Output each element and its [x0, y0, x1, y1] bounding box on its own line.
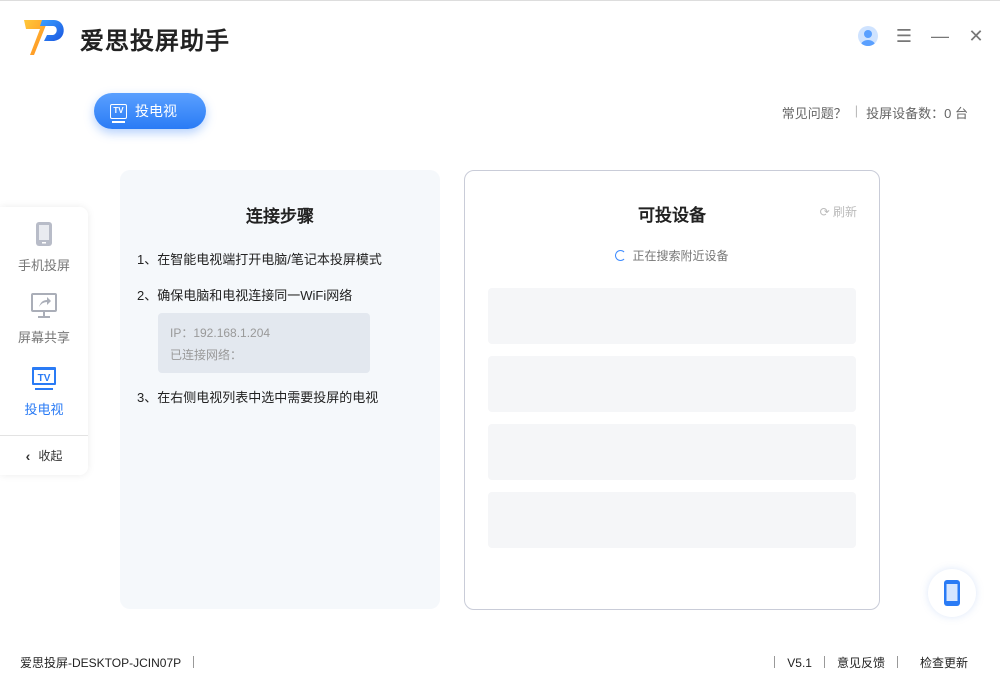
screen-share-icon — [0, 293, 88, 319]
step-3: 3、在右侧电视列表中选中需要投屏的电视 — [137, 390, 379, 405]
device-placeholder — [488, 356, 856, 412]
device-count-unit: 台 — [954, 106, 968, 121]
device-placeholder — [488, 288, 856, 344]
sidebar-item-label: 投电视 — [24, 402, 64, 417]
minimize-icon[interactable]: — — [929, 25, 951, 47]
sidebar-item-label: 手机投屏 — [17, 258, 70, 273]
sidebar-item-screen-share[interactable]: 屏幕共享 — [0, 293, 88, 346]
phone-floating-button[interactable] — [928, 569, 976, 617]
collapse-sidebar-button[interactable]: ‹ 收起 — [0, 435, 88, 475]
connected-network: 已连接网络： — [170, 348, 243, 362]
sidebar-item-phone-cast[interactable]: 手机投屏 — [0, 221, 88, 274]
device-count-value: 0 — [944, 106, 952, 121]
menu-icon[interactable]: ☰ — [893, 25, 915, 47]
sidebar: 手机投屏 屏幕共享 TV 投电视 ‹ 收起 — [0, 207, 88, 475]
divider — [774, 656, 776, 668]
divider — [823, 656, 825, 668]
refresh-button[interactable]: ⟳ 刷新 — [820, 203, 857, 220]
cast-tv-mode-button[interactable]: TV 投电视 — [94, 93, 206, 129]
chevron-left-icon: ‹ — [25, 447, 31, 464]
device-name: 爱思投屏-DESKTOP-JCIN07P — [20, 656, 182, 670]
devices-title: 可投设备 — [638, 206, 706, 225]
steps-title: 连接步骤 — [246, 207, 314, 226]
close-icon[interactable]: ✕ — [965, 25, 987, 47]
cast-tv-label: 投电视 — [135, 103, 177, 119]
sidebar-item-label: 屏幕共享 — [17, 330, 70, 345]
network-info-box: IP：192.168.1.204 已连接网络： — [158, 313, 370, 373]
app-title: 爱思投屏助手 — [80, 28, 230, 55]
tv-icon: TV — [110, 103, 127, 123]
app-logo — [24, 20, 64, 55]
collapse-label: 收起 — [38, 449, 63, 463]
available-devices-panel: 可投设备 ⟳ 刷新 正在搜索附近设备 — [464, 170, 880, 610]
device-placeholder — [488, 424, 856, 480]
divider — [193, 656, 195, 668]
footer-right: V5.1 意见反馈 检查更新 — [762, 654, 968, 671]
ip-address: IP：192.168.1.204 — [170, 326, 271, 340]
device-count: 投屏设备数：0 台 — [866, 103, 968, 122]
tv-icon: TV — [0, 365, 88, 391]
search-status: 正在搜索附近设备 — [465, 247, 879, 264]
step-2: 2、确保电脑和电视连接同一WiFi网络 — [137, 288, 353, 303]
connection-steps-panel: 连接步骤 1、在智能电视端打开电脑/笔记本投屏模式 2、确保电脑和电视连接同一W… — [120, 170, 440, 609]
phone-icon — [944, 580, 960, 606]
phone-icon — [0, 221, 88, 247]
faq-link[interactable]: 常见问题？ — [782, 103, 847, 122]
step-1: 1、在智能电视端打开电脑/笔记本投屏模式 — [137, 252, 382, 267]
feedback-link[interactable]: 意见反馈 — [837, 656, 885, 670]
refresh-icon: ⟳ — [819, 205, 830, 219]
divider: | — [854, 103, 859, 118]
device-placeholder — [488, 492, 856, 548]
divider — [896, 656, 898, 668]
device-count-label: 投屏设备数： — [866, 106, 945, 121]
loading-spinner-icon — [615, 250, 627, 261]
user-avatar-icon[interactable] — [858, 26, 878, 46]
version: V5.1 — [787, 656, 812, 670]
sidebar-item-cast-tv[interactable]: TV 投电视 — [0, 365, 88, 418]
footer-device-name: 爱思投屏-DESKTOP-JCIN07P — [20, 654, 206, 671]
check-update-link[interactable]: 检查更新 — [920, 656, 968, 670]
search-status-text: 正在搜索附近设备 — [632, 249, 729, 263]
refresh-label: 刷新 — [832, 205, 857, 219]
svg-text:TV: TV — [38, 373, 51, 384]
